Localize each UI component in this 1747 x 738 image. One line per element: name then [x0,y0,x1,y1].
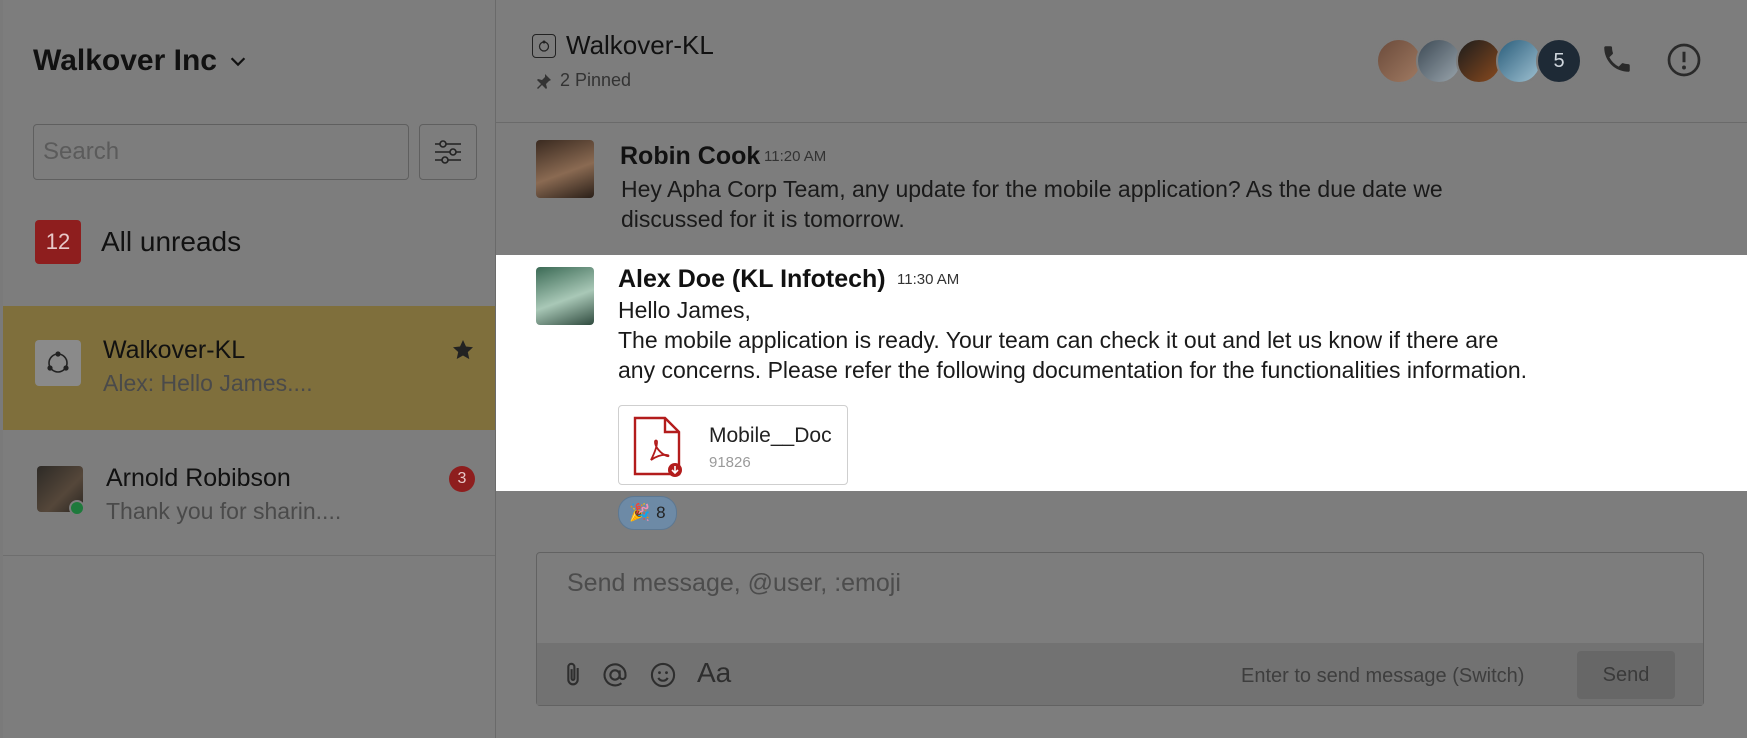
channel-item-walkover-kl[interactable]: Walkover-KL Alex: Hello James.... [3,306,495,430]
pdf-file-icon [633,416,682,477]
search-input[interactable]: Search [33,124,409,180]
message-body: Hey Apha Corp Team, any update for the m… [621,174,1443,234]
workspace-switcher[interactable]: Walkover Inc [33,44,249,78]
send-button[interactable]: Send [1577,651,1675,699]
message-body: Hello James, The mobile application is r… [618,295,1527,385]
message-line: discussed for it is tomorrow. [621,206,905,232]
chat-main: Walkover-KL 2 Pinned 5 Robin Cook 11:20 … [496,0,1747,738]
star-icon[interactable] [451,338,475,362]
dm-unread-badge: 3 [449,466,475,492]
phone-icon[interactable] [1600,42,1634,76]
member-avatars[interactable]: 5 [1376,38,1582,84]
channel-icon [35,340,81,386]
search-placeholder: Search [43,138,120,165]
message-author[interactable]: Robin Cook [620,142,760,171]
pin-icon [537,73,551,89]
dm-name: Arnold Robibson [106,464,291,492]
channel-name: Walkover-KL [103,336,246,364]
message-line: The mobile application is ready. Your te… [618,327,1499,353]
message-line: Hey Apha Corp Team, any update for the m… [621,176,1443,202]
attachment-size: 91826 [709,454,751,471]
message-item[interactable]: Robin Cook 11:20 AM Hey Apha Corp Team, … [496,122,1747,254]
message-composer[interactable]: Send message, @user, :emoji Aa Enter to … [536,552,1704,706]
reaction-chip[interactable]: 🎉 8 [618,496,677,530]
online-status-dot [69,500,85,516]
party-emoji-icon: 🎉 [629,503,651,522]
message-time: 11:20 AM [764,148,827,165]
all-unreads-item[interactable]: 12 All unreads [35,220,241,264]
channel-header-icon [532,34,556,58]
emoji-smile-icon[interactable] [649,661,677,689]
more-members-count: 5 [1536,38,1582,84]
avatar [536,140,594,198]
sidebar: Walkover Inc Search 12 All unreads Walko… [3,0,496,738]
attachment-name: Mobile__Doc [709,424,832,447]
filter-button[interactable] [419,124,477,180]
avatar [536,267,594,325]
composer-placeholder: Send message, @user, :emoji [567,569,901,597]
dm-preview: Thank you for sharin.... [106,498,342,524]
file-attachment[interactable]: Mobile__Doc 91826 [618,405,848,485]
pinned-link[interactable]: 2 Pinned [536,70,631,91]
message-line: any concerns. Please refer the following… [618,357,1528,383]
message-author[interactable]: Alex Doe (KL Infotech) [618,265,886,294]
text-format-button[interactable]: Aa [697,657,731,689]
workspace-name: Walkover Inc [33,44,217,77]
channel-title[interactable]: Walkover-KL [566,30,714,61]
chat-header: Walkover-KL 2 Pinned 5 [496,0,1747,123]
pinned-count: 2 Pinned [560,70,632,90]
message-item-highlighted[interactable]: Alex Doe (KL Infotech) 11:30 AM Hello Ja… [496,255,1747,491]
chevron-down-icon [230,57,246,67]
team-circle-icon [47,351,69,373]
paperclip-icon[interactable] [559,661,587,689]
unread-count-badge: 12 [35,220,81,264]
composer-toolbar: Aa Enter to send message (Switch) Send [537,643,1703,705]
reaction-count: 8 [656,503,666,522]
send-hint: Enter to send message (Switch) [1241,665,1525,687]
dm-item-arnold-robibson[interactable]: Arnold Robibson Thank you for sharin....… [3,432,495,556]
message-time: 11:30 AM [897,271,960,288]
team-circle-icon [538,40,550,52]
alert-info-icon[interactable] [1666,42,1702,78]
all-unreads-label: All unreads [101,226,242,257]
message-line: Hello James, [618,297,751,323]
channel-preview: Alex: Hello James.... [103,370,313,396]
app-window: Walkover Inc Search 12 All unreads Walko… [0,0,1747,738]
sliders-icon [435,140,461,164]
at-mention-icon[interactable] [601,661,629,689]
